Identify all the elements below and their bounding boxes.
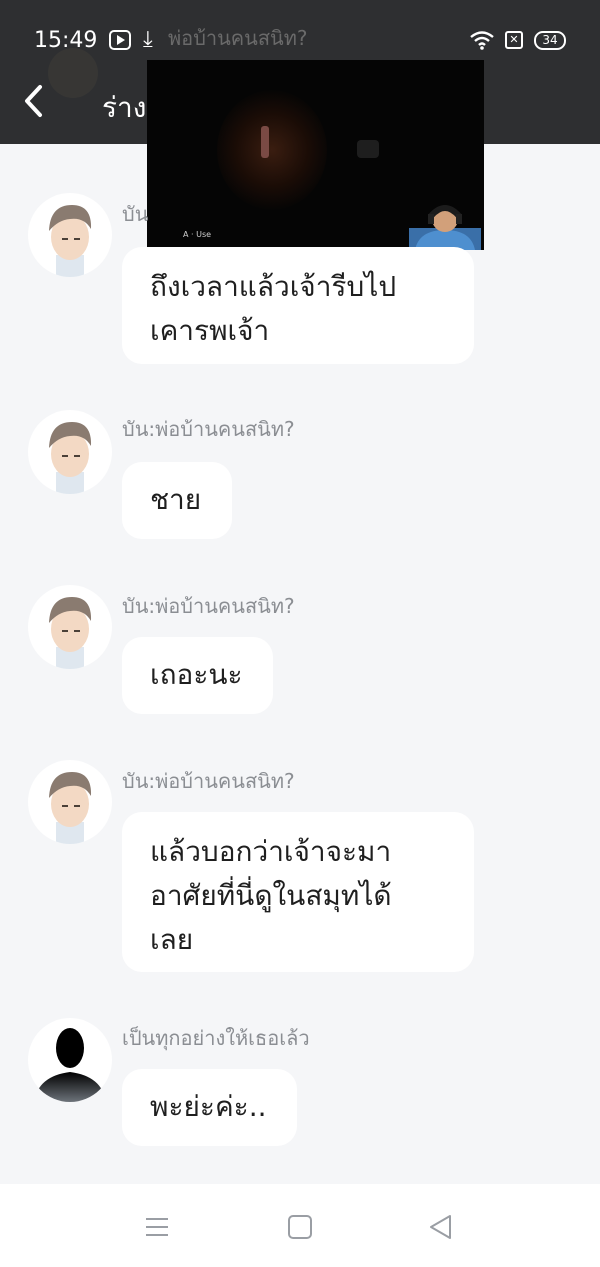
sender-name: บัน:พ่อบ้านคนสนิท? bbox=[122, 769, 295, 793]
message-line: ชาย bbox=[150, 483, 202, 516]
message-line: ถึงเวลาแล้วเจ้ารีบไป bbox=[150, 270, 397, 303]
wifi-icon bbox=[470, 31, 494, 50]
butler-avatar[interactable] bbox=[28, 193, 112, 277]
pip-caption: A · Use bbox=[183, 230, 212, 239]
butler-avatar[interactable] bbox=[28, 585, 112, 669]
sender-name: เป็นทุกอย่างให้เธอเล้ว bbox=[122, 1026, 310, 1050]
chevron-left-icon[interactable] bbox=[20, 84, 50, 118]
butler-portrait-icon bbox=[49, 422, 92, 494]
message-bubble[interactable]: เถอะนะ bbox=[122, 637, 273, 714]
message-line: อาศัยที่นี่ดูในสมุทได้ bbox=[150, 879, 392, 912]
header-avatar bbox=[48, 48, 98, 98]
menu-icon[interactable] bbox=[142, 1212, 172, 1242]
butler-avatar[interactable] bbox=[28, 760, 112, 844]
download-icon: ⤓ bbox=[143, 27, 153, 52]
pip-scene-glow bbox=[217, 90, 327, 210]
video-app-icon bbox=[109, 30, 131, 50]
message-line: พะย่ะค่ะ.. bbox=[150, 1090, 267, 1123]
silhouette-avatar[interactable] bbox=[28, 1018, 112, 1102]
faded-title: พ่อบ้านคนสนิท? bbox=[168, 26, 308, 50]
butler-avatar[interactable] bbox=[28, 410, 112, 494]
butler-portrait-icon bbox=[49, 772, 92, 844]
message-bubble[interactable]: ถึงเวลาแล้วเจ้ารีบไป เคารพเจ้า bbox=[122, 247, 474, 364]
pip-scene-object bbox=[357, 140, 379, 158]
message-bubble[interactable]: แล้วบอกว่าเจ้าจะมา อาศัยที่นี่ดูในสมุทได… bbox=[122, 812, 474, 972]
silhouette-icon bbox=[34, 1028, 106, 1102]
message-line: แล้วบอกว่าเจ้าจะมา bbox=[150, 835, 392, 868]
message-line: เลย bbox=[150, 923, 194, 956]
back-triangle-icon[interactable] bbox=[426, 1212, 456, 1242]
streamer-webcam bbox=[409, 205, 481, 250]
sender-name: บัน bbox=[122, 202, 149, 226]
page-title: ร่าง bbox=[102, 91, 147, 124]
battery-icon: 34 bbox=[534, 31, 566, 50]
message-bubble[interactable]: ชาย bbox=[122, 462, 232, 539]
message-bubble[interactable]: พะย่ะค่ะ.. bbox=[122, 1069, 297, 1146]
pip-video-overlay[interactable]: A · Use bbox=[147, 60, 484, 250]
sender-name: บัน:พ่อบ้านคนสนิท? bbox=[122, 417, 295, 441]
sender-name: บัน:พ่อบ้านคนสนิท? bbox=[122, 594, 295, 618]
butler-portrait-icon bbox=[49, 597, 92, 669]
home-icon[interactable] bbox=[285, 1212, 315, 1242]
message-line: เคารพเจ้า bbox=[150, 314, 270, 347]
message-line: เถอะนะ bbox=[150, 658, 243, 691]
pip-scene-figure bbox=[261, 126, 269, 158]
butler-portrait-icon bbox=[49, 205, 92, 277]
sim-icon: ✕ bbox=[505, 31, 523, 49]
